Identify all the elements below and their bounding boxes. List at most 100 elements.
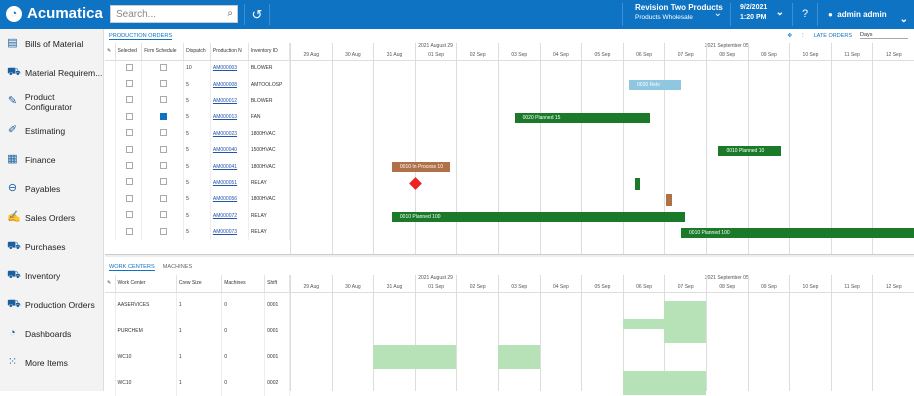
production-link[interactable]: AM000008	[213, 82, 237, 88]
col-header[interactable]: Crew Size	[176, 275, 223, 293]
table-row[interactable]: 5 AM000012 BLOWER	[105, 92, 291, 110]
user-menu[interactable]: ● admin admin ⌄	[828, 3, 914, 26]
sidebar-item-1[interactable]: ⛟ Material Requirem...	[0, 58, 103, 87]
table-row[interactable]: AASERVICES 1 0 0001	[105, 292, 290, 318]
gantt-bar[interactable]: 0010 Planned 10	[718, 146, 781, 156]
gantt-bar[interactable]: 0020 Planned 15	[514, 113, 650, 124]
table-row[interactable]: 5 AM000023 1800HVAC	[105, 125, 291, 142]
table-row[interactable]: 10 AM000003 BLOWER	[105, 60, 291, 77]
col-header[interactable]: Firm Schedule	[141, 43, 185, 61]
table-row[interactable]: 5 AM000040 1500HVAC	[105, 141, 291, 159]
tab-work-centers[interactable]: WORK CENTERS	[109, 264, 155, 271]
move-icon[interactable]: ✥	[787, 33, 792, 39]
production-link[interactable]: AM000003	[213, 65, 237, 71]
production-link[interactable]: AM000041	[213, 164, 237, 170]
production-link[interactable]: AM000013	[213, 114, 237, 120]
col-header[interactable]: Production N	[210, 43, 249, 61]
workcenter-cell: AASERVICES	[115, 292, 177, 318]
sidebar-item-11[interactable]: ⁙ More Items	[0, 348, 103, 377]
brand-logo[interactable]: ◔ Acumatica	[6, 5, 103, 22]
col-header[interactable]: Shift	[264, 275, 290, 293]
col-header[interactable]: Dispatch	[183, 43, 211, 61]
gantt-bar[interactable]	[666, 194, 673, 207]
col-header[interactable]: Work Center	[115, 275, 177, 293]
selected-checkbox[interactable]	[125, 129, 133, 137]
sidebar-item-8[interactable]: ⛟ Inventory	[0, 261, 103, 290]
sidebar-item-0[interactable]: ▤ Bills of Material	[0, 29, 103, 58]
table-row[interactable]: 5 AM000056 1800HVAC	[105, 191, 291, 208]
more-icon[interactable]: ⋮	[800, 33, 806, 39]
sidebar-item-9[interactable]: ⛟ Production Orders	[0, 290, 103, 319]
sidebar-item-2[interactable]: ✎ Product Configurator	[0, 87, 103, 116]
help-icon[interactable]: ?	[792, 3, 818, 26]
splitter[interactable]	[105, 254, 914, 257]
day-header: 02 Sep	[456, 284, 498, 293]
pin-icon[interactable]: ✎	[105, 43, 116, 61]
sidebar-item-3[interactable]: ✐ Estimating	[0, 116, 103, 145]
table-row[interactable]: 5 AM000073 RELAY	[105, 223, 291, 241]
selected-checkbox[interactable]	[125, 162, 133, 170]
production-link[interactable]: AM000056	[213, 196, 237, 202]
milestone-diamond[interactable]	[408, 176, 422, 190]
date-selector[interactable]: 9/2/2021 1:20 PM ⌄	[730, 3, 790, 26]
production-link[interactable]: AM000072	[213, 213, 237, 219]
late-orders-button[interactable]: LATE ORDERS	[814, 33, 852, 39]
selected-checkbox[interactable]	[125, 178, 133, 186]
pin-icon[interactable]: ✎	[105, 275, 116, 293]
firm-schedule-checkbox[interactable]	[160, 194, 168, 202]
col-header[interactable]: Machines	[221, 275, 266, 293]
gantt-bar[interactable]: 0020 Relo	[629, 80, 682, 91]
production-link[interactable]: AM000073	[213, 229, 237, 235]
view-select[interactable]: Days	[860, 32, 908, 39]
table-row[interactable]: WC10 1 0 0002	[105, 370, 290, 396]
selected-checkbox[interactable]	[125, 112, 133, 120]
gantt-bar[interactable]	[635, 177, 641, 190]
company-selector[interactable]: Revision Two Products Products Wholesale ⌄	[622, 3, 728, 26]
firm-schedule-checkbox[interactable]	[160, 80, 168, 88]
sidebar-item-7[interactable]: ⛟ Purchases	[0, 232, 103, 261]
history-icon[interactable]: ↺	[244, 4, 270, 25]
search-input[interactable]: Search... ⌕	[110, 5, 238, 23]
inventory-cell: RELAY	[248, 174, 291, 192]
firm-schedule-checkbox[interactable]	[160, 63, 168, 71]
sidebar-item-4[interactable]: ▦ Finance	[0, 145, 103, 174]
firm-schedule-checkbox[interactable]	[160, 178, 168, 186]
day-header: 11 Sep	[830, 52, 873, 61]
production-link[interactable]: AM000040	[213, 147, 237, 153]
table-row[interactable]: 5 AM000051 RELAY	[105, 174, 291, 192]
gantt-bar[interactable]: 0010 Planned 100	[391, 211, 686, 222]
gantt-bar[interactable]: 0010 Planned 100	[681, 228, 914, 238]
selected-checkbox[interactable]	[125, 63, 133, 71]
sidebar-item-10[interactable]: ◔ Dashboards	[0, 319, 103, 348]
firm-schedule-checkbox[interactable]	[160, 96, 168, 104]
table-row[interactable]: 5 AM000072 RELAY	[105, 207, 291, 224]
production-link[interactable]: AM000051	[213, 180, 237, 186]
table-row[interactable]: 5 AM000013 FAN	[105, 109, 291, 126]
selected-checkbox[interactable]	[125, 227, 133, 235]
table-row[interactable]: WC10 1 0 0001	[105, 344, 290, 370]
production-link[interactable]: AM000012	[213, 98, 237, 104]
selected-checkbox[interactable]	[125, 211, 133, 219]
firm-schedule-checkbox[interactable]	[160, 227, 168, 235]
top-bar: ◔ Acumatica Search... ⌕ ↺ Revision Two Pro…	[0, 0, 914, 29]
col-header[interactable]: Inventory ID	[248, 43, 291, 61]
firm-schedule-checkbox[interactable]	[160, 211, 168, 219]
production-link[interactable]: AM000023	[213, 131, 237, 137]
firm-schedule-checkbox[interactable]	[160, 112, 168, 120]
selected-checkbox[interactable]	[125, 194, 133, 202]
table-row[interactable]: 5 AM000041 1800HVAC	[105, 158, 291, 175]
table-row[interactable]: 5 AM000008 AMTOOLOSP	[105, 76, 291, 93]
table-row[interactable]: PURCHEM 1 0 0001	[105, 318, 290, 344]
firm-schedule-checkbox[interactable]	[160, 145, 168, 153]
col-header[interactable]: Selected	[115, 43, 143, 61]
sidebar-item-5[interactable]: ⊖ Payables	[0, 174, 103, 203]
tab-production-orders[interactable]: PRODUCTION ORDERS	[109, 33, 173, 40]
firm-schedule-checkbox[interactable]	[160, 129, 168, 137]
firm-schedule-checkbox[interactable]	[160, 162, 168, 170]
selected-checkbox[interactable]	[125, 145, 133, 153]
tab-machines[interactable]: MACHINES	[163, 264, 193, 270]
selected-checkbox[interactable]	[125, 96, 133, 104]
gantt-bar[interactable]: 0010 In Process 10	[391, 162, 451, 173]
selected-checkbox[interactable]	[125, 80, 133, 88]
sidebar-item-6[interactable]: ✍ Sales Orders	[0, 203, 103, 232]
